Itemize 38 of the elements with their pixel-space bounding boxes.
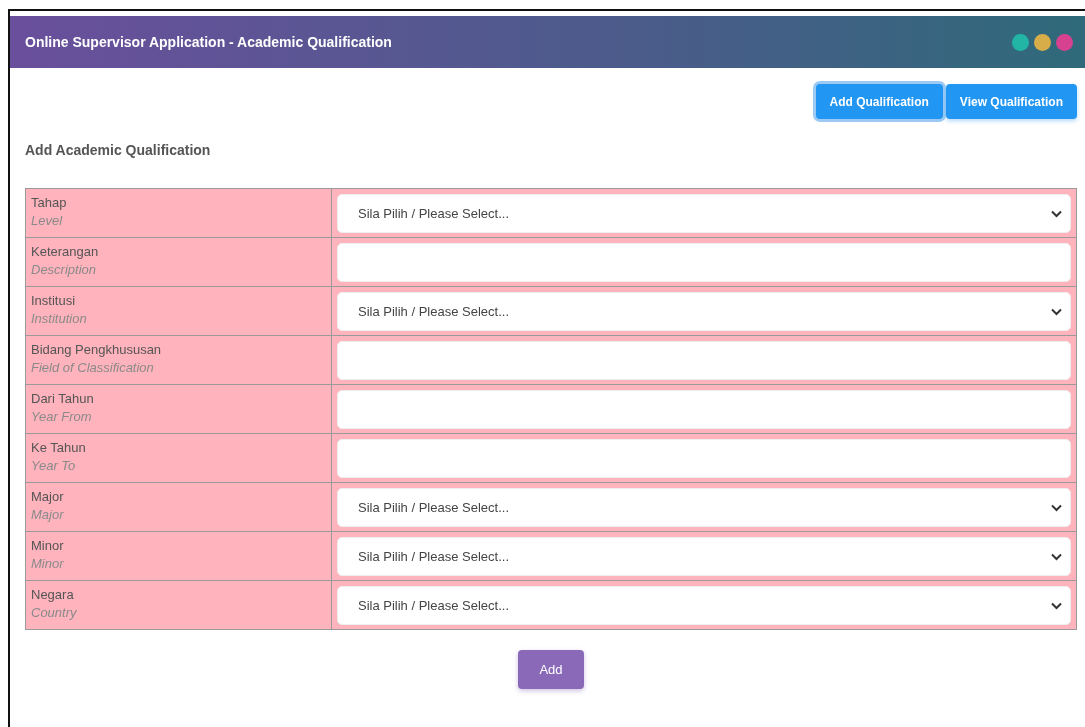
chevron-down-icon: [1051, 601, 1062, 610]
field-label-english: Institution: [31, 311, 88, 326]
select-dropdown[interactable]: Sila Pilih / Please Select...: [337, 194, 1071, 233]
chevron-down-icon: [1051, 552, 1062, 561]
window-dot[interactable]: [1034, 33, 1051, 51]
chevron-down-icon: [1051, 209, 1062, 218]
field-label: Tahap: [31, 195, 68, 210]
field-label-english: Field of Classification: [31, 360, 155, 375]
input-field[interactable]: [337, 439, 1071, 478]
field-label: Bidang Pengkhususan: [31, 342, 163, 357]
add-button[interactable]: Add: [518, 650, 584, 689]
select-dropdown[interactable]: Sila Pilih / Please Select...: [337, 537, 1071, 576]
chevron-down-icon: [1051, 503, 1062, 512]
field-label-english: Year To: [31, 458, 77, 473]
section-heading: Add Academic Qualification: [25, 142, 212, 158]
field-label-english: Year From: [31, 409, 93, 424]
field-label-english: Description: [31, 262, 98, 277]
field-label-english: Country: [31, 605, 78, 620]
field-label: Institusi: [31, 293, 77, 308]
field-label: Keterangan: [31, 244, 100, 259]
field-label: Major: [31, 489, 65, 504]
select-dropdown[interactable]: Sila Pilih / Please Select...: [337, 586, 1071, 625]
select-dropdown[interactable]: Sila Pilih / Please Select...: [337, 488, 1071, 527]
field-label-english: Level: [31, 213, 64, 228]
select-dropdown[interactable]: Sila Pilih / Please Select...: [337, 292, 1071, 331]
chevron-down-icon: [1051, 307, 1062, 316]
input-field[interactable]: [337, 341, 1071, 380]
field-label: Negara: [31, 587, 75, 602]
input-field[interactable]: [337, 390, 1071, 429]
input-field[interactable]: [337, 243, 1071, 282]
field-label-english: Major: [31, 507, 65, 522]
field-label: Dari Tahun: [31, 391, 95, 406]
window-title: Online Supervisor Application - Academic Qualification: [25, 34, 392, 50]
window-dot[interactable]: [1056, 33, 1073, 51]
field-label: Minor: [31, 538, 65, 553]
window-dot[interactable]: [1012, 33, 1029, 51]
field-label-english: Minor: [31, 556, 65, 571]
field-label: Ke Tahun: [31, 440, 87, 455]
